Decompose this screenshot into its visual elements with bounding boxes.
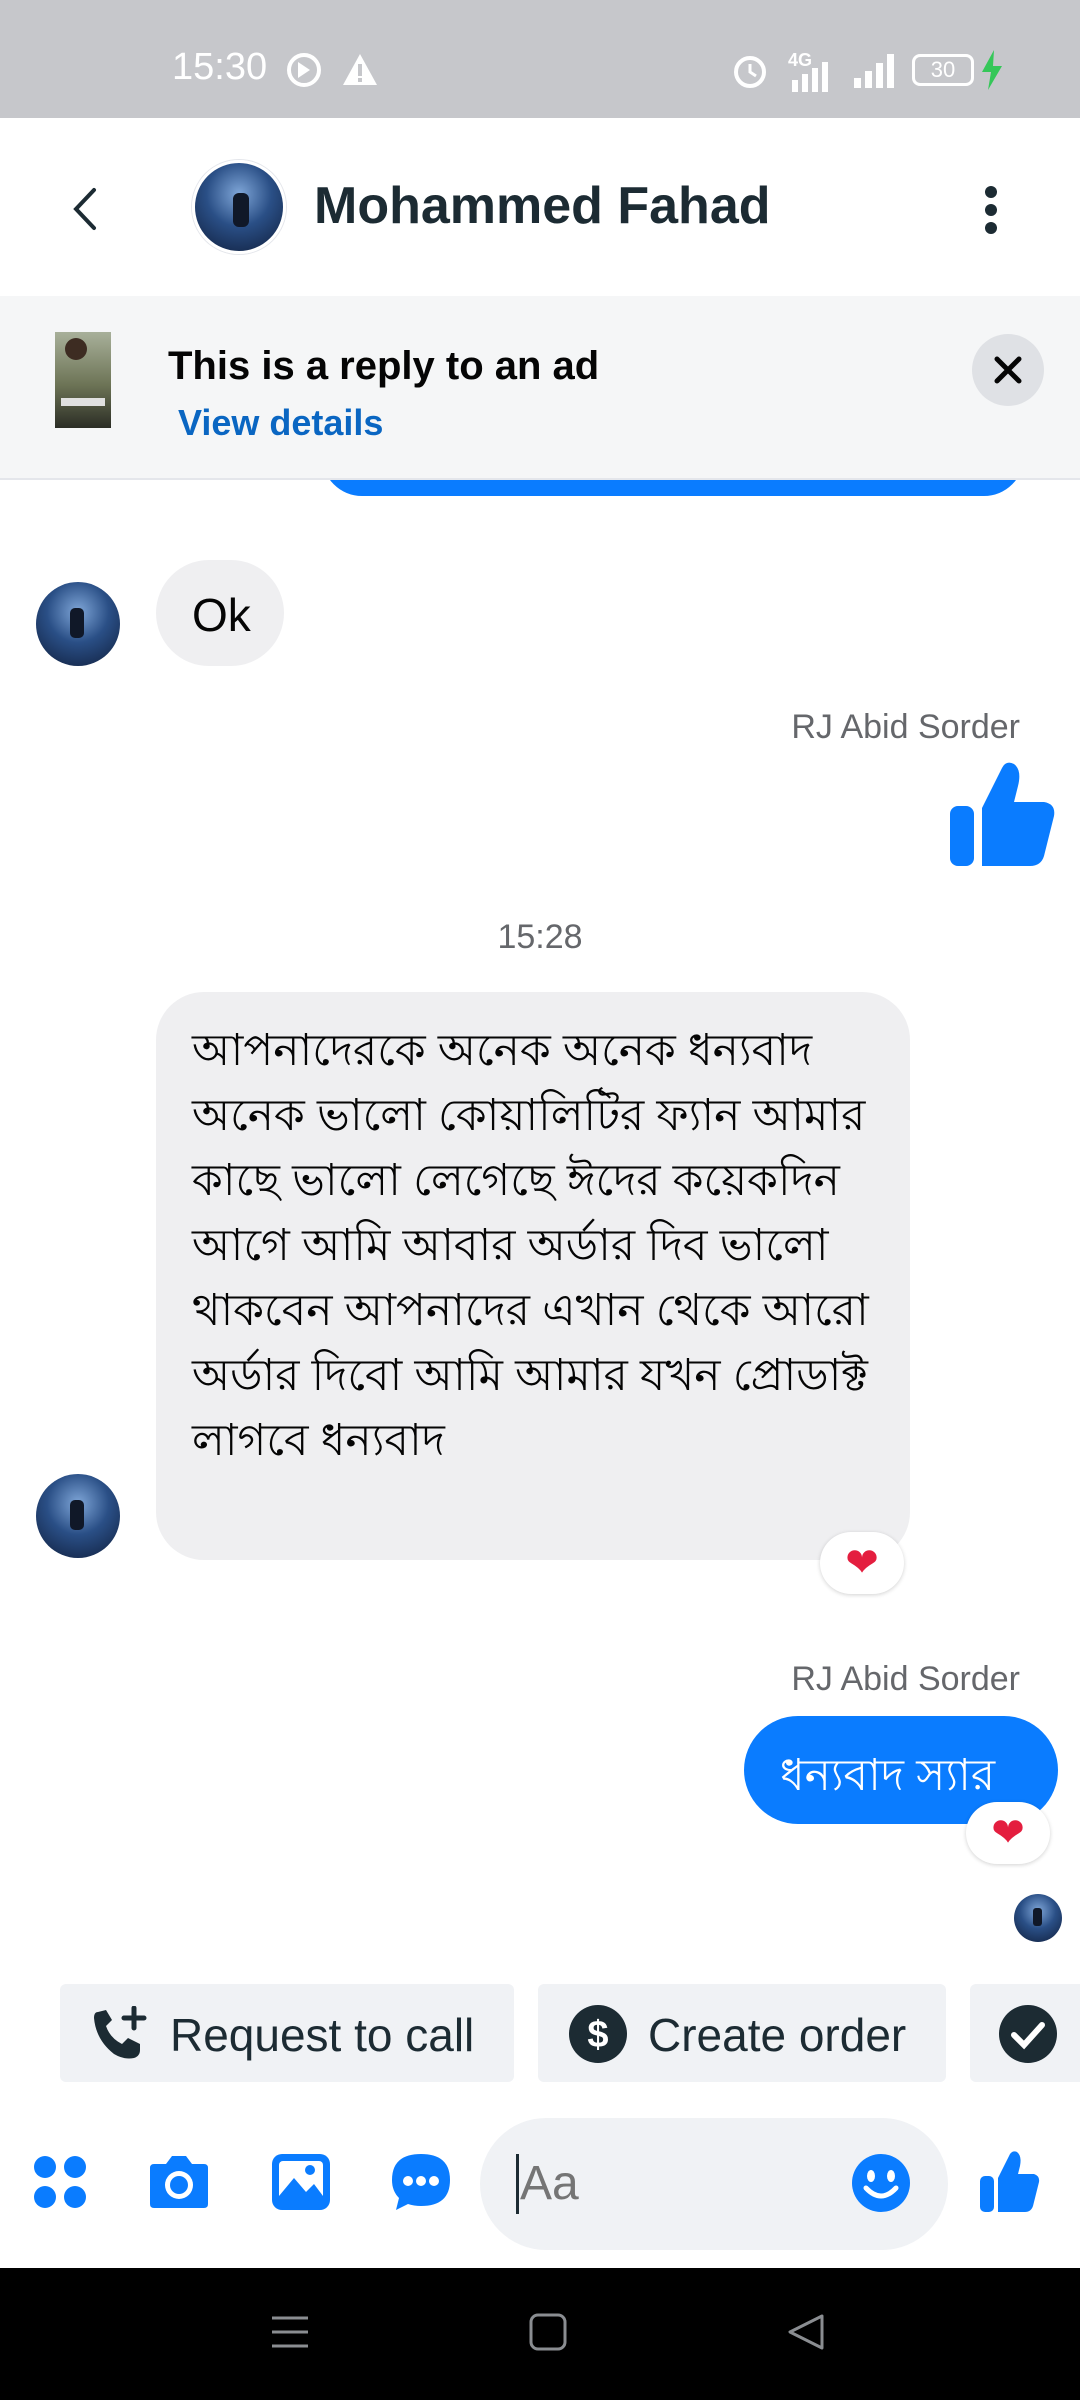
battery-icon: 30	[912, 54, 974, 86]
phone-plus-icon	[94, 2006, 147, 2059]
sender-name: RJ Abid Sorder	[791, 708, 1020, 746]
sender-avatar[interactable]	[36, 1474, 120, 1558]
message-text: Ok	[192, 589, 251, 641]
chip-label: Request to call	[170, 2009, 475, 2061]
incoming-message-long[interactable]: আপনাদেরকে অনেক অনেক ধন্যবাদ অনেক ভালো কো…	[156, 992, 910, 1560]
heart-reaction[interactable]: ❤	[820, 1532, 904, 1594]
svg-text:$: $	[587, 2014, 608, 2056]
signal-icon	[854, 54, 894, 88]
ad-reply-banner: This is a reply to an ad View details	[0, 296, 1080, 480]
system-navigation-bar	[0, 2268, 1080, 2400]
status-bar: 15:30 4G 30	[0, 0, 1080, 118]
ad-banner-title: This is a reply to an ad	[168, 344, 600, 388]
create-order-button[interactable]: $ Create order	[538, 1984, 946, 2082]
like-send-icon[interactable]	[978, 2150, 1040, 2214]
message-input[interactable]	[520, 2156, 820, 2211]
message-text: ধন্যবাদ স্যার	[780, 1751, 996, 1800]
camera-icon[interactable]	[146, 2154, 212, 2210]
contact-name[interactable]: Mohammed Fahad	[314, 176, 771, 236]
sync-icon	[287, 53, 321, 87]
recent-apps-icon[interactable]	[270, 2312, 310, 2352]
close-banner-button[interactable]	[972, 334, 1044, 406]
gallery-icon[interactable]	[270, 2152, 332, 2212]
chat-bubble-icon[interactable]	[390, 2152, 452, 2212]
apps-menu-icon[interactable]	[32, 2154, 88, 2210]
incoming-message[interactable]: Ok	[156, 560, 284, 666]
message-text: আপনাদেরকে অনেক অনেক ধন্যবাদ অনেক ভালো কো…	[192, 1026, 869, 1465]
back-nav-icon[interactable]	[786, 2312, 826, 2352]
view-details-link[interactable]: View details	[178, 402, 383, 444]
alarm-icon	[734, 56, 766, 88]
chip-label: Create order	[648, 2009, 907, 2061]
emoji-icon[interactable]	[850, 2152, 912, 2214]
message-thread: Ok RJ Abid Sorder 15:28 আপনাদেরকে অনেক অ…	[0, 420, 1080, 1942]
seen-avatar	[1014, 1894, 1062, 1942]
signal-4g-icon	[792, 62, 828, 92]
ad-thumbnail[interactable]	[55, 332, 111, 428]
text-cursor	[516, 2154, 519, 2214]
request-to-call-button[interactable]: Request to call	[60, 1984, 514, 2082]
check-circle-icon	[999, 2005, 1057, 2063]
home-icon[interactable]	[528, 2312, 568, 2352]
dollar-circle-icon: $	[569, 2005, 627, 2063]
contact-avatar[interactable]	[192, 160, 286, 254]
battery-level: 30	[930, 57, 956, 82]
thumbs-up-sticker-icon[interactable]	[946, 758, 1058, 870]
more-options-icon[interactable]	[976, 186, 1006, 234]
conversation-header: Mohammed Fahad	[0, 118, 1080, 296]
status-time: 15:30	[172, 46, 268, 88]
charging-icon	[982, 50, 1002, 90]
message-timestamp: 15:28	[497, 918, 583, 956]
sender-avatar[interactable]	[36, 582, 120, 666]
message-input-box[interactable]	[480, 2118, 948, 2250]
back-arrow-icon[interactable]	[66, 184, 106, 234]
heart-reaction[interactable]: ❤	[966, 1802, 1050, 1864]
warning-icon	[343, 54, 377, 85]
mark-done-button[interactable]	[970, 1984, 1080, 2082]
close-icon	[994, 356, 1022, 384]
sender-name: RJ Abid Sorder	[791, 1660, 1020, 1698]
